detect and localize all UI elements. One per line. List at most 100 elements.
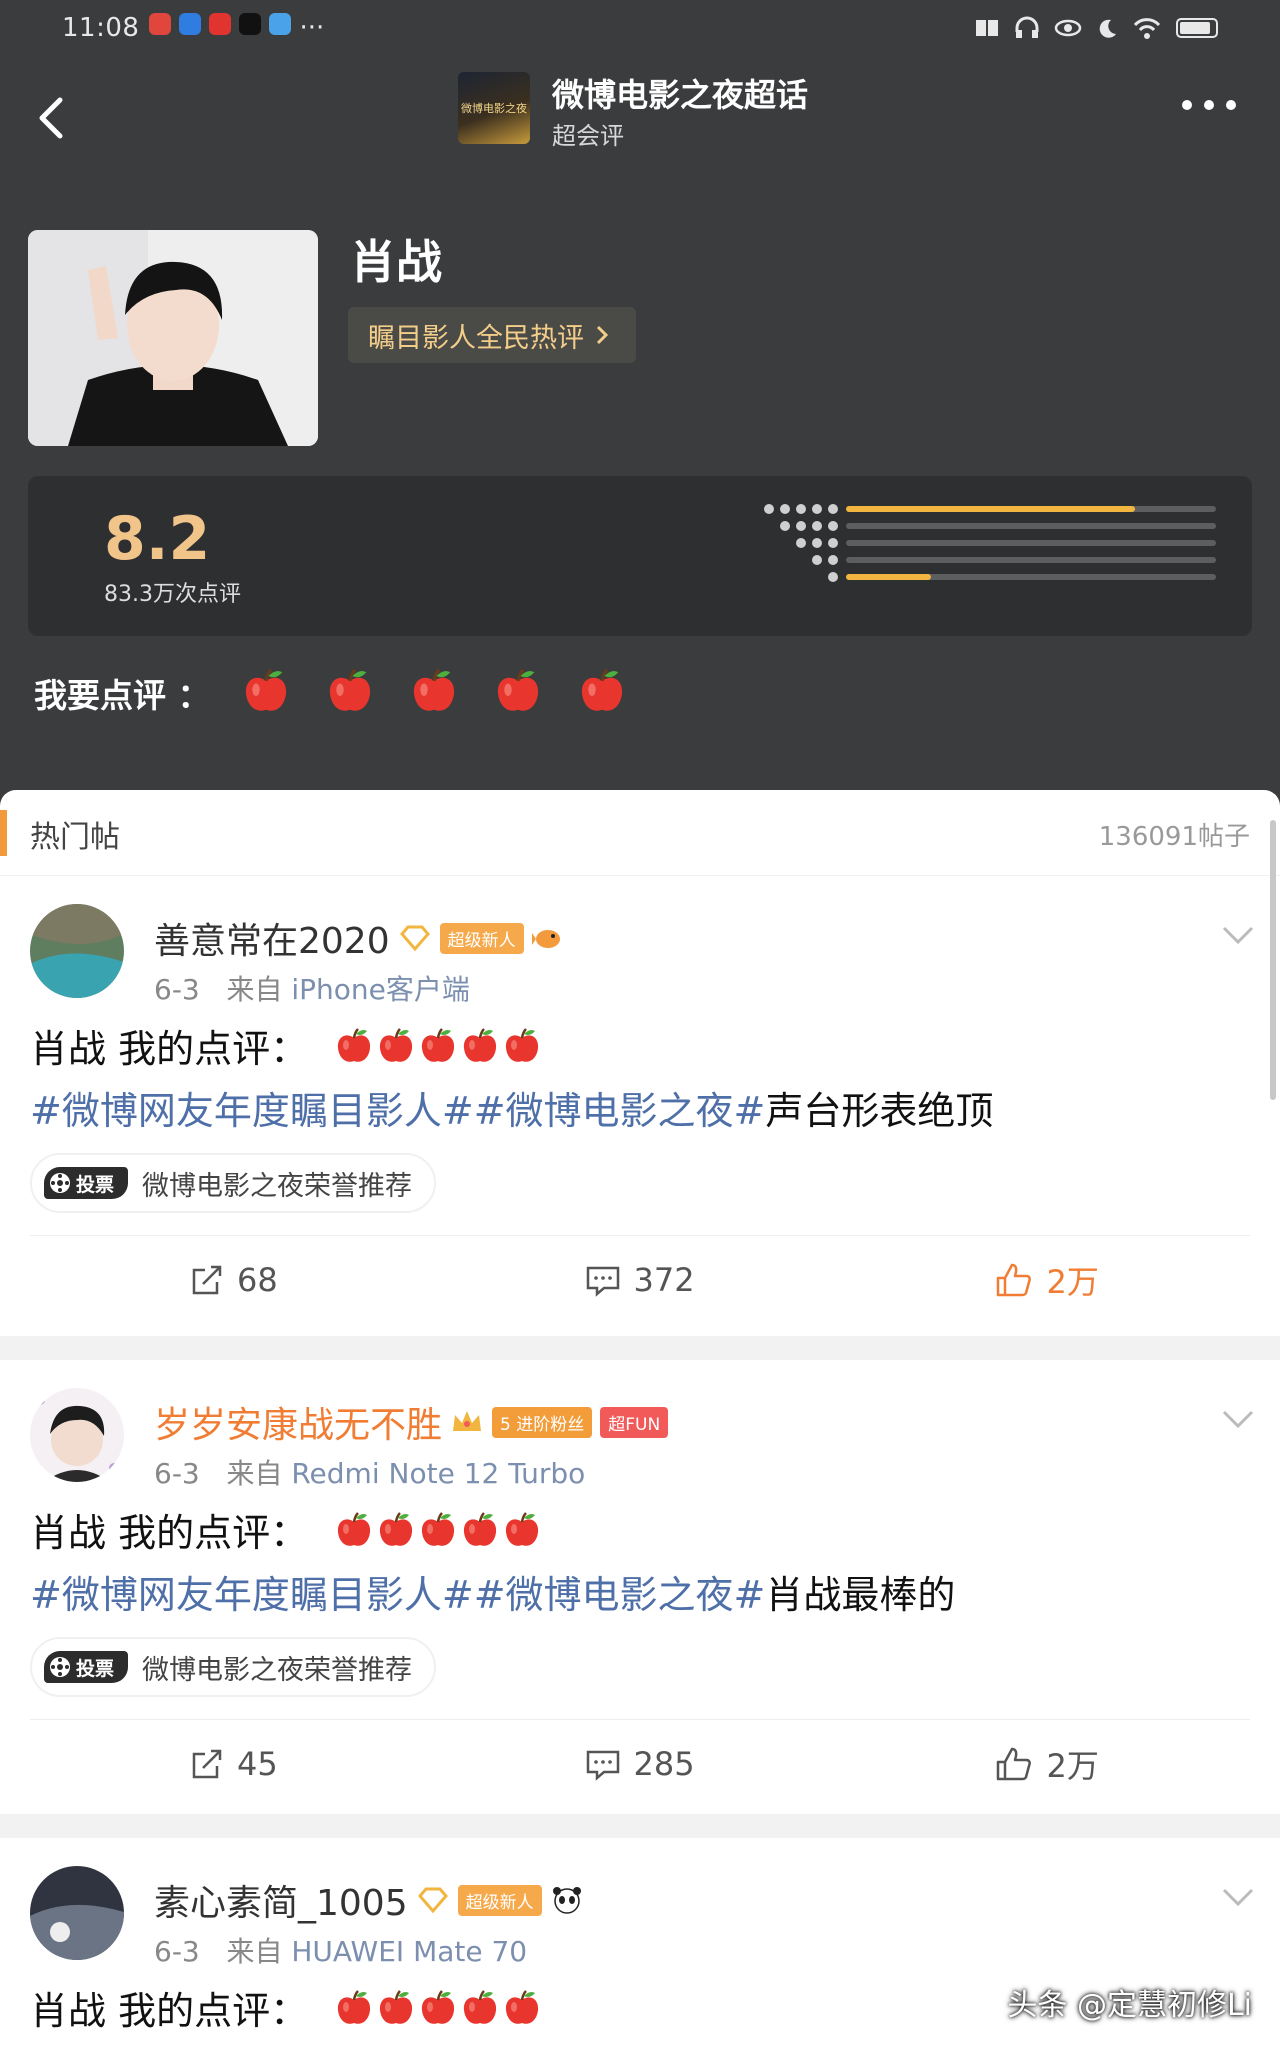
more-options-icon[interactable] <box>1182 100 1236 110</box>
rating-dot <box>796 538 806 548</box>
like-button[interactable]: 2万 <box>843 1741 1250 1787</box>
avatar[interactable] <box>30 1388 124 1482</box>
comment-button[interactable]: 372 <box>437 1261 844 1299</box>
vote-chip[interactable]: 投票 微博电影之夜荣誉推荐 <box>30 1637 437 1697</box>
repost-icon <box>192 1749 222 1778</box>
apple-icon <box>422 1989 455 2024</box>
post-count: 136091帖子 <box>1098 822 1250 852</box>
rating-dot <box>796 521 806 531</box>
avatar[interactable] <box>30 904 124 998</box>
apple-icon <box>380 1511 413 1546</box>
app-notification-icon <box>149 13 172 35</box>
username-text: 岁岁安康战无不胜 <box>154 1405 443 1446</box>
rating-dot <box>796 504 806 514</box>
repost-button[interactable]: 45 <box>30 1745 437 1783</box>
comment-button[interactable]: 285 <box>437 1745 844 1783</box>
hashtag[interactable]: #微博网友年度瞩目影人# <box>30 1089 474 1133</box>
apple-icon <box>338 1511 371 1546</box>
like-button[interactable]: 2万 <box>843 1257 1250 1303</box>
portrait-image <box>28 230 318 446</box>
apple-icon <box>380 1027 413 1062</box>
apple-icon <box>338 1027 371 1062</box>
scrollbar[interactable] <box>1270 820 1276 1100</box>
username[interactable]: 素心素简_1005 超级新人 <box>154 1874 584 1926</box>
apple-rating <box>334 1026 542 1066</box>
apple-icon <box>581 668 622 711</box>
hashtag[interactable]: #微博网友年度瞩目影人# <box>30 1573 474 1617</box>
headphone-icon <box>1015 16 1039 38</box>
topic-thumbnail-text: 微博电影之夜 <box>461 102 527 115</box>
apple-icon <box>506 1989 539 2024</box>
repost-count: 68 <box>236 1260 278 1299</box>
like-count: 2万 <box>1046 1746 1099 1785</box>
rating-distribution <box>708 504 1228 606</box>
top-nav: 微博电影之夜 微博电影之夜超话 超会评 <box>0 70 1280 170</box>
hashtag[interactable]: #微博电影之夜# <box>474 1573 766 1617</box>
rating-dot <box>828 555 838 565</box>
rate-apple-4[interactable] <box>493 666 543 720</box>
watermark: 头条 @定慧初修Li <box>1007 1988 1252 2023</box>
post-text-tail: 声台形表绝顶 <box>765 1089 994 1133</box>
feed-title[interactable]: 热门帖 <box>30 812 120 856</box>
status-bar: 11:08 ··· <box>0 0 1280 56</box>
rate-apple-2[interactable] <box>325 666 375 720</box>
post-card[interactable]: 善意常在2020 超级新人 6-3 来自 iPhone客户端 肖战 我的点评： … <box>0 876 1280 1360</box>
rate-apple-3[interactable] <box>409 666 459 720</box>
topic-thumbnail[interactable]: 微博电影之夜 <box>458 72 530 144</box>
vote-label: 投票 <box>76 1657 115 1680</box>
vote-chip[interactable]: 投票 微博电影之夜荣誉推荐 <box>30 1153 437 1213</box>
post-meta: 6-3 来自 iPhone客户端 <box>154 968 470 1008</box>
repost-button[interactable]: 68 <box>30 1261 437 1299</box>
award-link[interactable]: 瞩目影人全民热评 <box>348 307 636 363</box>
username-text: 素心素简_1005 <box>154 1883 408 1924</box>
rating-dot <box>828 521 838 531</box>
vote-label: 投票 <box>76 1173 115 1196</box>
apple-icon <box>413 668 454 711</box>
post-date: 6-3 <box>154 1935 200 1968</box>
super-fun-badge: 超FUN <box>600 1406 669 1438</box>
chevron-down-icon[interactable] <box>1220 916 1256 952</box>
person-photo[interactable] <box>28 230 318 446</box>
rating-level-3-dots <box>796 538 838 548</box>
username[interactable]: 善意常在2020 超级新人 <box>154 912 564 964</box>
rating-score: 8.2 <box>104 504 211 574</box>
post-rating-line: 肖战 我的点评： <box>30 1502 1250 1557</box>
wifi-icon <box>1133 18 1161 39</box>
hashtag[interactable]: #微博电影之夜# <box>474 1089 766 1133</box>
app-notification-icon <box>209 13 232 35</box>
post-date: 6-3 <box>154 1457 200 1490</box>
rate-apple-5[interactable] <box>577 666 627 720</box>
apple-icon <box>464 1989 497 2024</box>
back-arrow-icon[interactable] <box>30 88 80 148</box>
rating-bar-fill <box>846 574 932 580</box>
topic-title[interactable]: 微博电影之夜超话 <box>552 70 808 116</box>
post-card[interactable]: 岁岁安康战无不胜 5 进阶粉丝 超FUN 6-3 来自 Redmi Note 1… <box>0 1360 1280 1838</box>
apple-icon <box>245 668 286 711</box>
post-text: #微博网友年度瞩目影人##微博电影之夜#肖战最棒的 <box>30 1571 1250 1619</box>
app-notification-icon <box>269 13 292 35</box>
comment-count: 285 <box>633 1744 695 1783</box>
avatar[interactable] <box>30 1866 124 1960</box>
comment-count: 372 <box>633 1260 695 1299</box>
status-right <box>974 16 1218 40</box>
username-text: 善意常在2020 <box>154 921 390 962</box>
chevron-down-icon[interactable] <box>1220 1878 1256 1914</box>
tiktok-icon <box>239 13 262 35</box>
source-prefix: 来自 <box>226 1457 283 1490</box>
super-newbie-badge: 超级新人 <box>439 922 524 954</box>
fish-emoji-icon <box>531 930 560 948</box>
apple-icon <box>464 1511 497 1546</box>
chevron-down-icon[interactable] <box>1220 1400 1256 1436</box>
apple-icon <box>329 668 370 711</box>
post-meta: 6-3 来自 HUAWEI Mate 70 <box>154 1930 527 1970</box>
source-prefix: 来自 <box>226 1935 283 1968</box>
rating-dot <box>812 555 822 565</box>
person-name: 肖战 <box>350 235 442 289</box>
rate-apple-1[interactable] <box>241 666 291 720</box>
thumbs-up-icon <box>997 1747 1032 1780</box>
app-notification-icon <box>179 13 202 35</box>
notification-icons: ··· <box>149 13 324 43</box>
rating-line-text: 肖战 我的点评： <box>30 1511 309 1555</box>
repost-count: 45 <box>236 1744 278 1783</box>
username[interactable]: 岁岁安康战无不胜 5 进阶粉丝 超FUN <box>154 1396 669 1448</box>
